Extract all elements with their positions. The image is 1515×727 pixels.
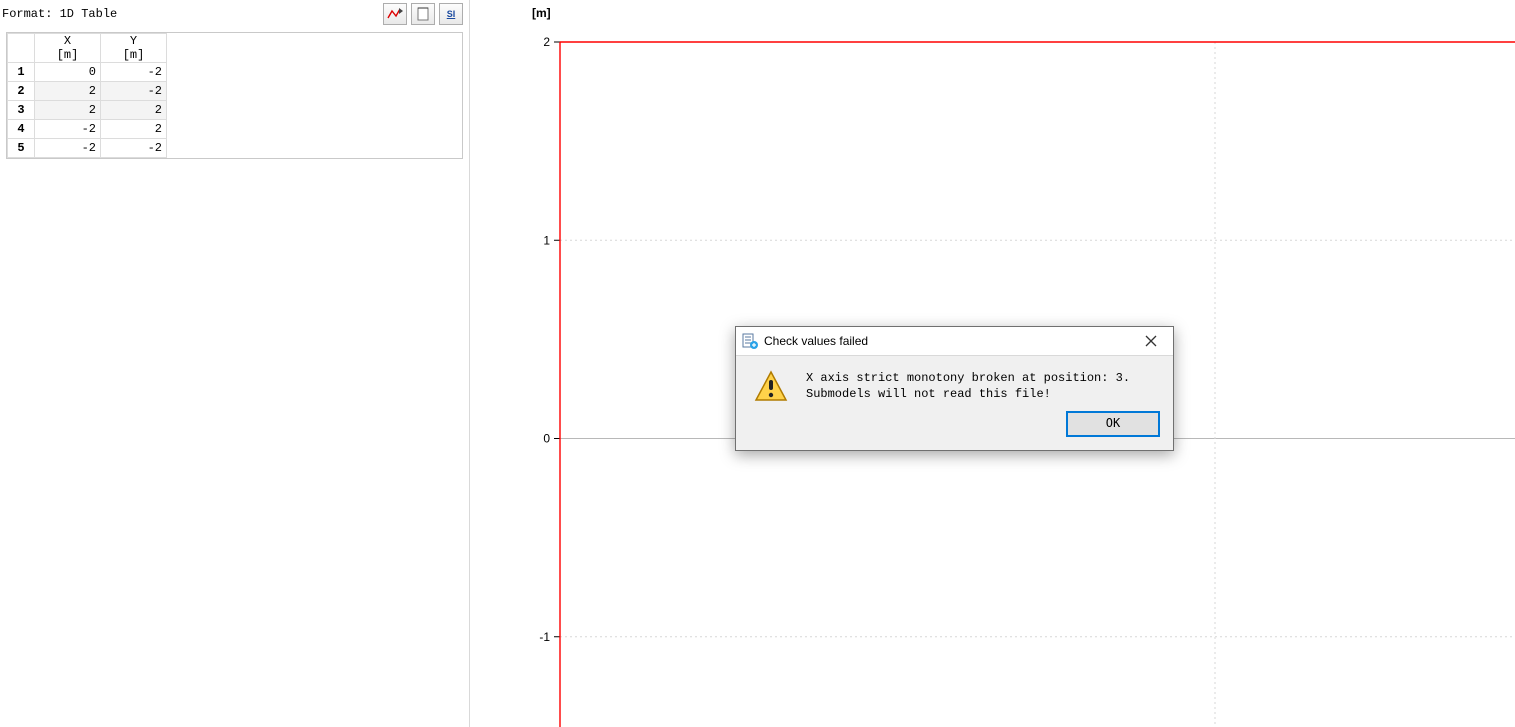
dialog-app-icon [742,333,758,349]
cell-x[interactable]: -2 [35,139,101,158]
cell-x[interactable]: -2 [35,120,101,139]
row-index: 5 [8,139,35,158]
dialog-titlebar[interactable]: Check values failed [736,327,1173,356]
data-table[interactable]: X[m] Y[m] 10-222-23224-225-2-2 [6,32,463,159]
cell-y[interactable]: -2 [101,82,167,101]
cell-x[interactable]: 2 [35,82,101,101]
col-header-y[interactable]: Y[m] [101,34,167,63]
cell-x[interactable]: 0 [35,63,101,82]
si-icon: SI [447,9,456,19]
table-row[interactable]: 22-2 [8,82,167,101]
y-axis-title: [m] [532,6,551,20]
svg-text:2: 2 [543,35,550,49]
notes-button[interactable] [411,3,435,25]
close-icon [1145,335,1157,347]
table-row[interactable]: 5-2-2 [8,139,167,158]
warning-icon [754,370,788,404]
ok-button[interactable]: OK [1067,412,1159,436]
cell-y[interactable]: 2 [101,101,167,120]
toolbar: SI [383,3,463,25]
table-row[interactable]: 322 [8,101,167,120]
svg-text:0: 0 [543,432,550,446]
svg-text:1: 1 [543,233,550,247]
cell-x[interactable]: 2 [35,101,101,120]
cell-y[interactable]: -2 [101,139,167,158]
cell-y[interactable]: -2 [101,63,167,82]
row-index: 2 [8,82,35,101]
col-header-x[interactable]: X[m] [35,34,101,63]
dialog-close-button[interactable] [1133,330,1169,352]
notes-icon [416,7,430,21]
plot-icon [387,7,403,21]
plot-settings-button[interactable] [383,3,407,25]
dialog-title: Check values failed [764,334,868,348]
row-index: 1 [8,63,35,82]
row-index: 4 [8,120,35,139]
dialog-message: X axis strict monotony broken at positio… [806,370,1130,404]
cell-y[interactable]: 2 [101,120,167,139]
si-units-button[interactable]: SI [439,3,463,25]
format-label: Format: 1D Table [2,7,117,21]
table-row[interactable]: 10-2 [8,63,167,82]
row-header-blank [8,34,35,63]
table-row[interactable]: 4-22 [8,120,167,139]
svg-text:-1: -1 [539,630,550,644]
error-dialog: Check values failed X axis strict monoto… [735,326,1174,451]
left-panel: Format: 1D Table SI X[m] Y [0,0,470,727]
row-index: 3 [8,101,35,120]
